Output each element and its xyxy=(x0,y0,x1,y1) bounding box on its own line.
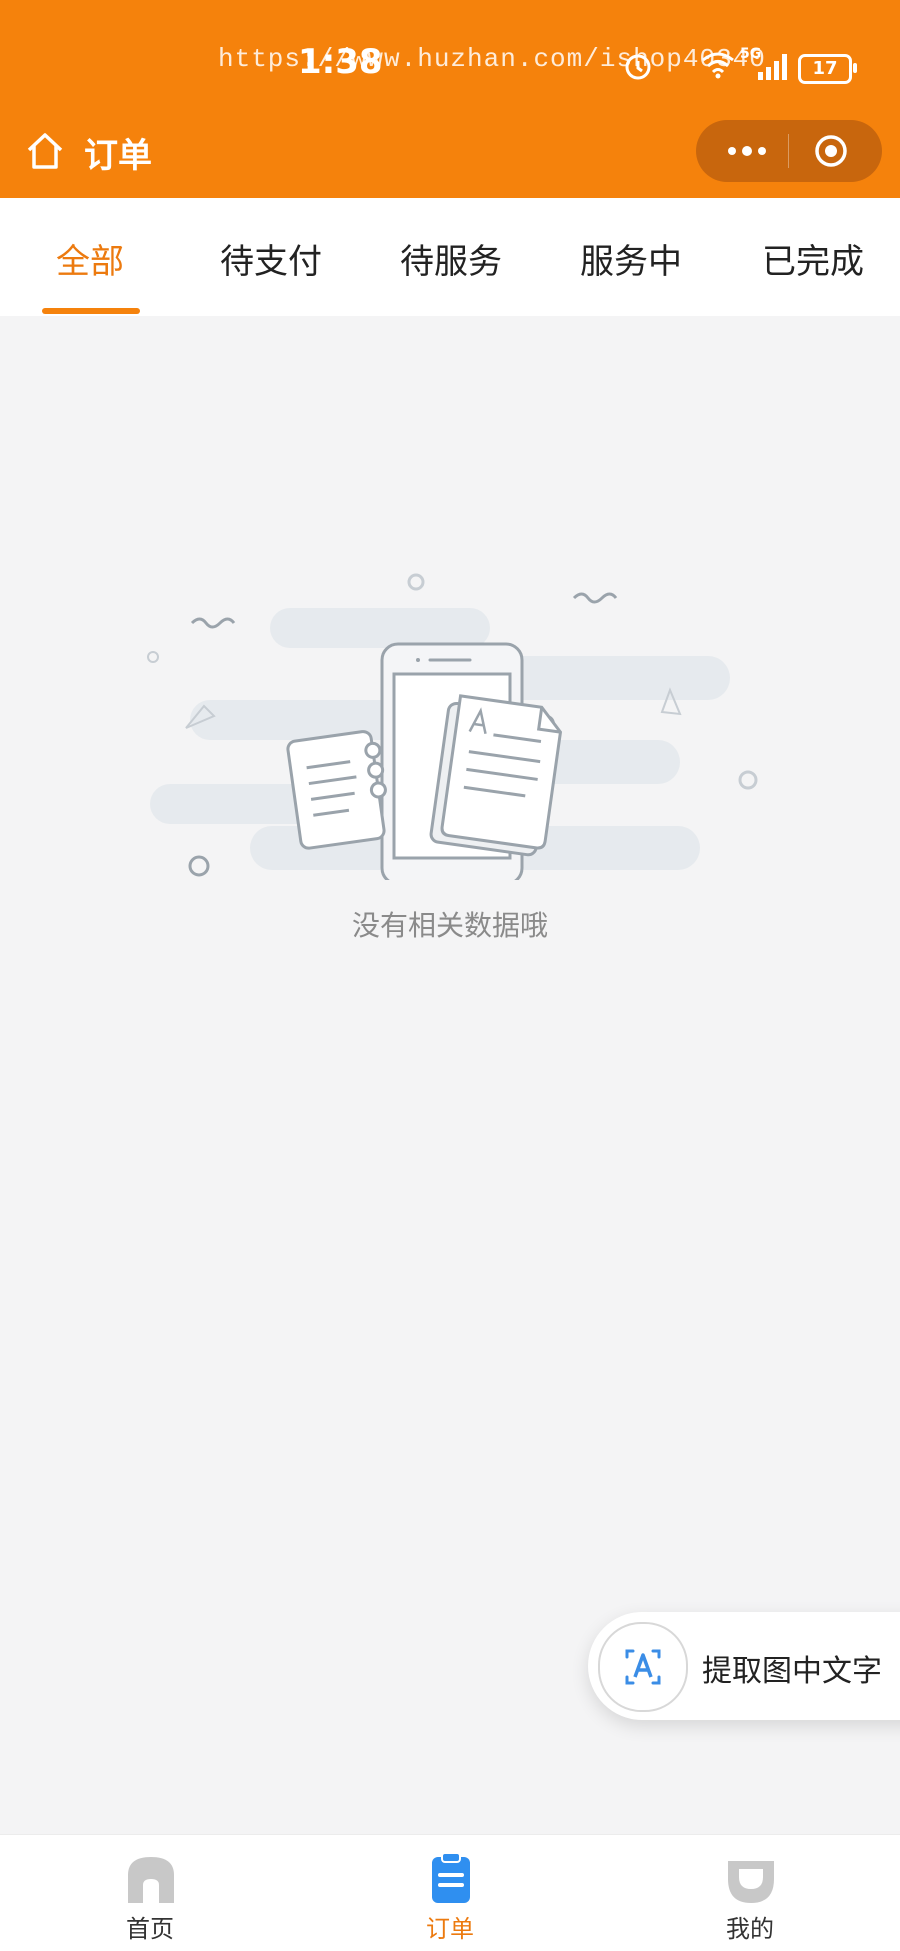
empty-state-message: 没有相关数据哦 xyxy=(351,909,548,942)
status-icons: 5G 17 xyxy=(620,46,880,86)
active-tab-indicator xyxy=(42,308,140,314)
status-time: 1:38 xyxy=(298,42,383,82)
bottom-nav-orders-label: 订单 xyxy=(426,1915,474,1943)
bottom-nav-profile[interactable]: 我的 xyxy=(600,1835,900,1951)
tab-in-service[interactable]: 服务中 xyxy=(580,234,682,283)
order-tabs: 全部 待支付 待服务 服务中 已完成 xyxy=(0,198,900,316)
extract-text-label: 提取图中文字 xyxy=(702,1654,882,1689)
page-title: 订单 xyxy=(84,136,152,176)
tab-all[interactable]: 全部 xyxy=(56,234,124,283)
tab-pending-service[interactable]: 待服务 xyxy=(400,234,502,283)
target-circle-icon[interactable] xyxy=(814,134,848,168)
more-dots-icon[interactable] xyxy=(722,138,772,164)
bottom-nav-home[interactable]: 首页 xyxy=(0,1835,300,1951)
app-header: https://www.huzhan.com/ishop40340 1:38 5… xyxy=(0,0,900,198)
text-scan-icon xyxy=(598,1622,688,1712)
bottom-navigation: 首页 订单 我的 xyxy=(0,1834,900,1951)
signal-icon xyxy=(758,54,787,80)
home-button[interactable] xyxy=(24,130,66,172)
profile-icon xyxy=(728,1861,774,1903)
mini-program-capsule xyxy=(696,120,882,182)
bottom-nav-profile-label: 我的 xyxy=(726,1915,774,1943)
empty-state-illustration xyxy=(130,560,770,886)
alarm-icon xyxy=(625,54,651,80)
capsule-divider xyxy=(788,134,789,168)
clipboard-icon xyxy=(432,1852,470,1903)
bottom-nav-home-label: 首页 xyxy=(126,1915,174,1943)
tab-completed[interactable]: 已完成 xyxy=(762,234,864,283)
home-icon xyxy=(27,133,63,169)
bottom-nav-orders[interactable]: 订单 xyxy=(300,1835,600,1951)
battery-indicator: 17 xyxy=(798,54,857,84)
tab-pending-payment[interactable]: 待支付 xyxy=(220,234,322,283)
status-bar: https://www.huzhan.com/ishop40340 1:38 5… xyxy=(0,0,900,120)
navigation-bar: 订单 xyxy=(0,120,900,198)
wifi-icon xyxy=(702,52,734,79)
extract-text-button[interactable]: 提取图中文字 xyxy=(588,1612,900,1720)
home-icon xyxy=(128,1857,174,1903)
